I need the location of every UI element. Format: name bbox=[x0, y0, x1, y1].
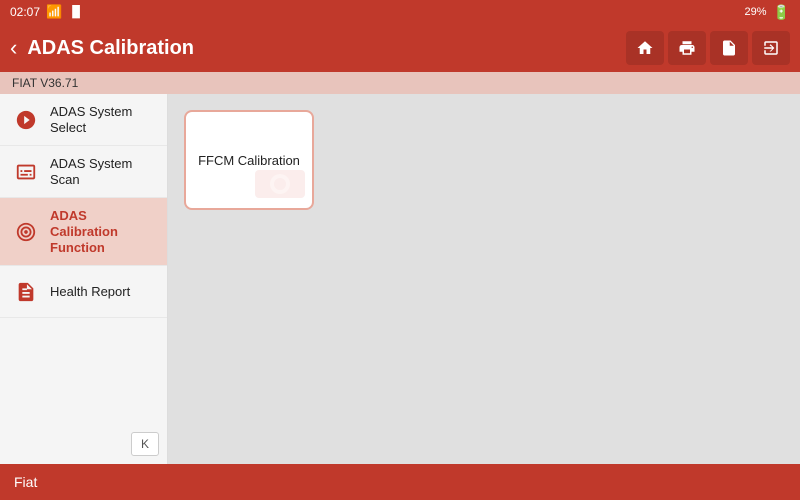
app-header: ‹ ADAS Calibration bbox=[0, 24, 800, 72]
sidebar-item-adas-system-select-label: ADAS System Select bbox=[50, 104, 155, 135]
back-button[interactable]: ‹ bbox=[10, 35, 17, 61]
sidebar-item-health-report-label: Health Report bbox=[50, 284, 130, 300]
header-icon-group bbox=[626, 31, 790, 65]
status-left: 02:07 📶 ▐▌ bbox=[10, 4, 84, 20]
adas-system-select-icon bbox=[12, 106, 40, 134]
sidebar-item-adas-system-scan-label: ADAS System Scan bbox=[50, 156, 155, 187]
sidebar-item-adas-calibration-function[interactable]: ADAS Calibration Function bbox=[0, 198, 167, 266]
home-icon bbox=[636, 39, 654, 57]
sidebar-item-health-report[interactable]: Health Report bbox=[0, 266, 167, 318]
time-display: 02:07 bbox=[10, 5, 40, 19]
battery-icon: 🔋 bbox=[773, 4, 790, 21]
content-area: FFCM Calibration bbox=[168, 94, 800, 464]
signal-icon: ▐▌ bbox=[68, 6, 84, 18]
document-icon bbox=[720, 39, 738, 57]
battery-percent: 29% bbox=[745, 6, 767, 18]
export-icon bbox=[762, 39, 780, 57]
footer: Fiat bbox=[0, 464, 800, 500]
page-title: ADAS Calibration bbox=[27, 37, 616, 60]
adas-calibration-function-icon bbox=[12, 218, 40, 246]
footer-label: Fiat bbox=[14, 474, 37, 490]
status-right: 29% 🔋 bbox=[745, 4, 790, 21]
sidebar-item-adas-system-scan[interactable]: ADAS System Scan bbox=[0, 146, 167, 198]
sidebar-item-adas-calibration-function-label: ADAS Calibration Function bbox=[50, 208, 155, 255]
main-layout: ADAS System Select ADAS System Scan ADAS… bbox=[0, 94, 800, 464]
ffcm-calibration-card[interactable]: FFCM Calibration bbox=[184, 110, 314, 210]
export-button[interactable] bbox=[752, 31, 790, 65]
print-button[interactable] bbox=[668, 31, 706, 65]
version-label: FIAT V36.71 bbox=[12, 76, 78, 90]
wifi-icon: 📶 bbox=[46, 4, 62, 20]
health-report-icon bbox=[12, 278, 40, 306]
ffcm-calibration-label: FFCM Calibration bbox=[198, 153, 300, 168]
sidebar-item-adas-system-select[interactable]: ADAS System Select bbox=[0, 94, 167, 146]
sub-header: FIAT V36.71 bbox=[0, 72, 800, 94]
sidebar: ADAS System Select ADAS System Scan ADAS… bbox=[0, 94, 168, 464]
collapse-icon: K bbox=[141, 437, 149, 451]
home-button[interactable] bbox=[626, 31, 664, 65]
adas-system-scan-icon bbox=[12, 158, 40, 186]
sidebar-collapse-button[interactable]: K bbox=[131, 432, 159, 456]
card-bg-icon bbox=[250, 161, 310, 210]
print-icon bbox=[678, 39, 696, 57]
status-bar: 02:07 📶 ▐▌ 29% 🔋 bbox=[0, 0, 800, 24]
document-button[interactable] bbox=[710, 31, 748, 65]
